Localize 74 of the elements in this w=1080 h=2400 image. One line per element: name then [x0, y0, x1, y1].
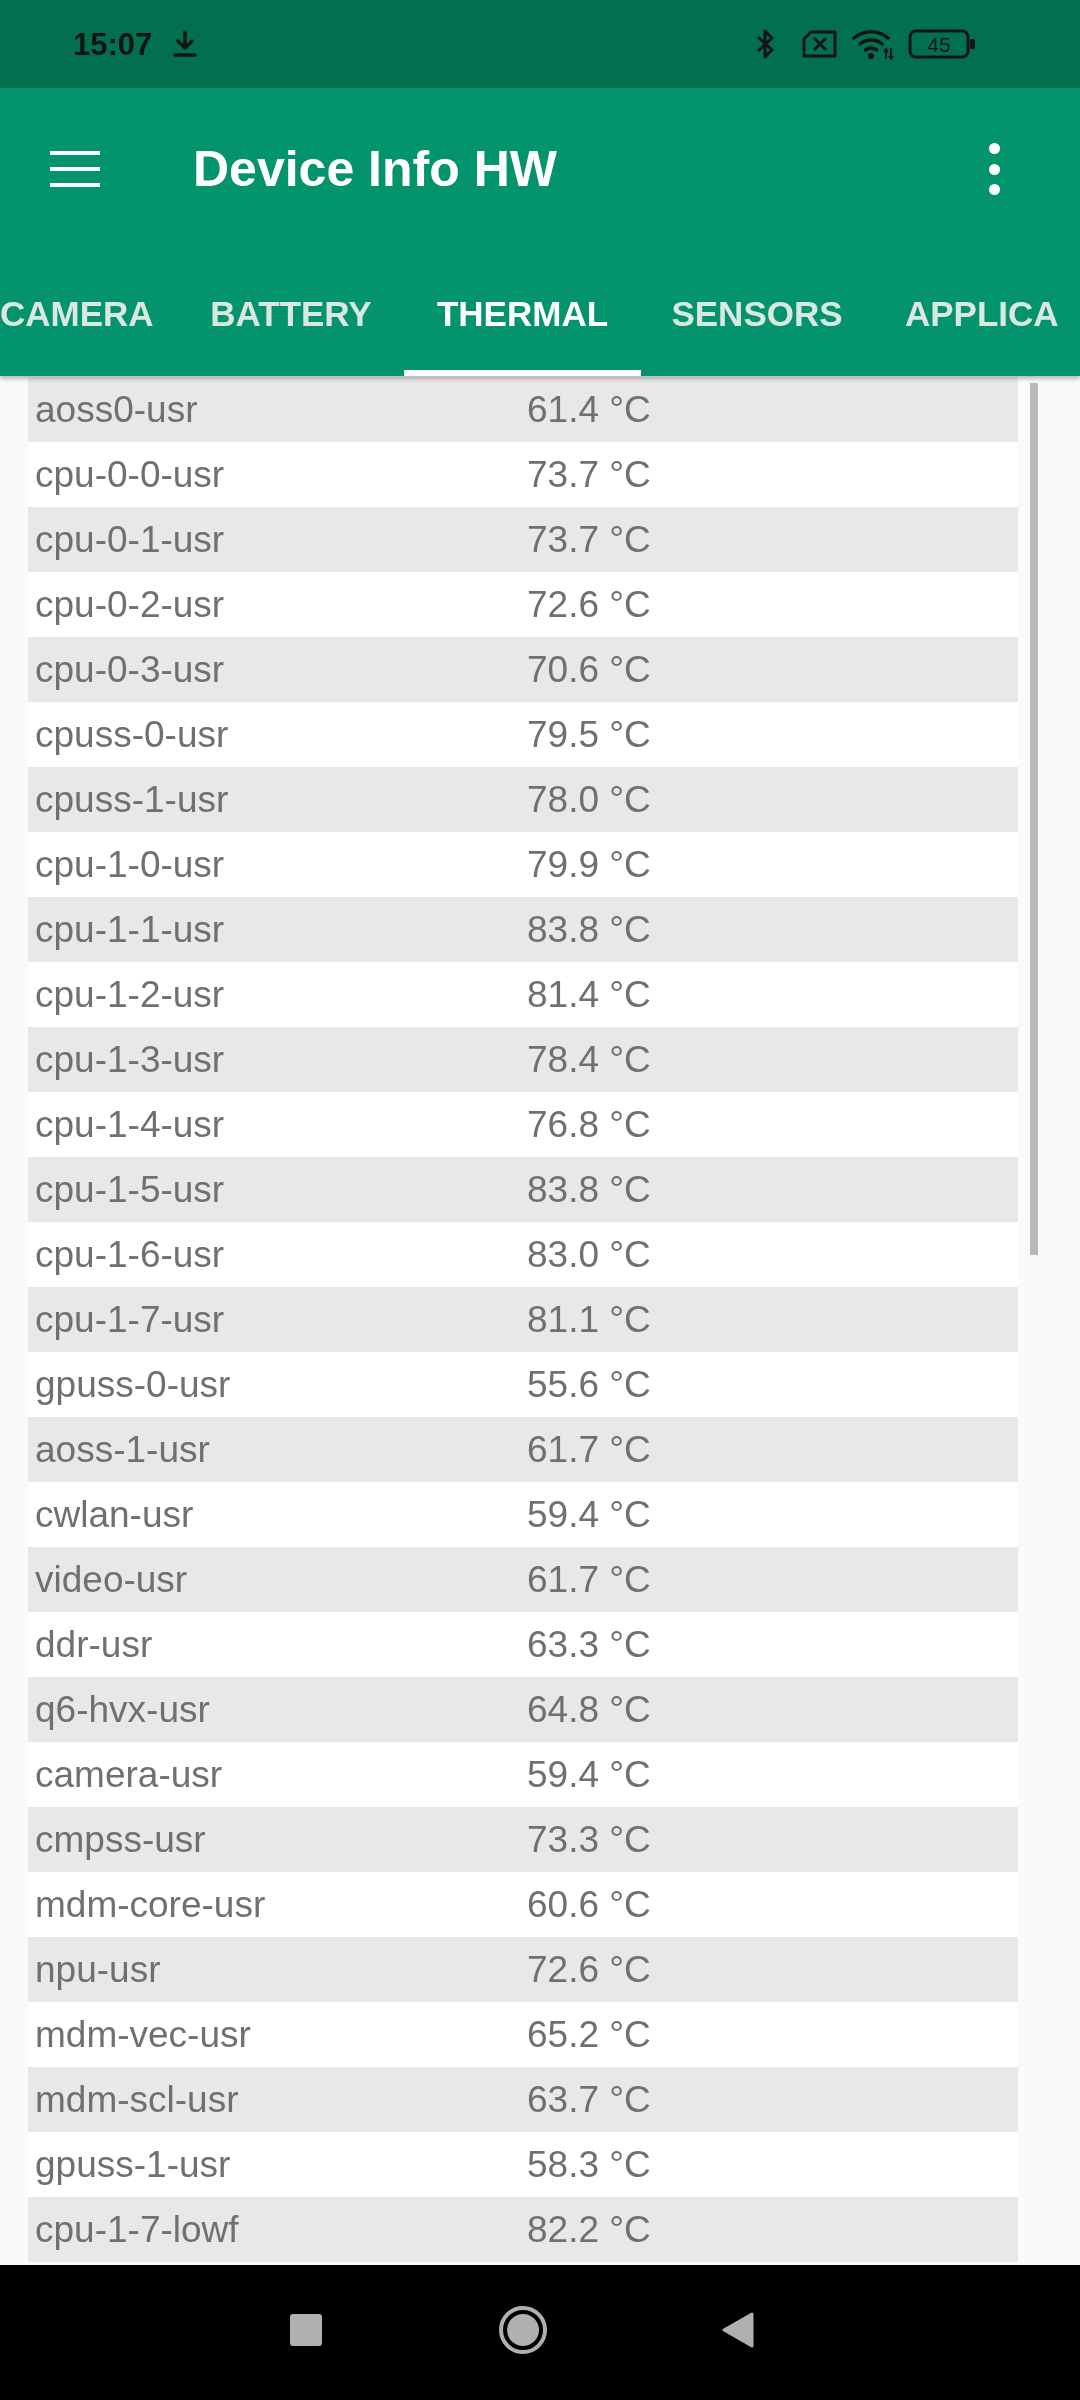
tab[interactable]: SENSORS [641, 250, 873, 376]
temperature-value: 58.3 °C [527, 2146, 651, 2183]
wifi-icon [852, 28, 894, 60]
zone-name: cpu-0-3-usr [35, 651, 226, 688]
zone-name: cpu-1-6-usr [35, 1236, 226, 1273]
zone-name: cpu-1-7-lowf [35, 2211, 240, 2248]
temperature-value: 63.7 °C [527, 2081, 651, 2118]
temperature-value: 72.6 °C [527, 1951, 651, 1988]
temperature-value: 59.4 °C [527, 1496, 651, 1533]
temperature-value: 64.8 °C [527, 1691, 651, 1728]
zone-name: npu-usr [35, 1951, 162, 1988]
temperature-value: 59.4 °C [527, 1756, 651, 1793]
back-icon[interactable] [722, 2312, 754, 2348]
temperature-value: 63.3 °C [527, 1626, 651, 1663]
temperature-value: 73.7 °C [527, 521, 651, 558]
app-title: Device Info HW [193, 144, 557, 194]
bluetooth-icon [756, 28, 774, 60]
temperature-value: 78.0 °C [527, 781, 651, 818]
temperature-value: 61.7 °C [527, 1561, 651, 1598]
temperature-value: 81.1 °C [527, 1301, 651, 1338]
zone-name: q6-hvx-usr [35, 1691, 211, 1728]
tab[interactable]: CAMERA [0, 250, 178, 376]
status-time: 15:07 [73, 28, 153, 60]
zone-name: cpu-0-2-usr [35, 586, 226, 623]
tab[interactable]: APPLICA [873, 250, 1080, 376]
battery-percentage: 45 [927, 33, 952, 55]
zone-name: cpu-1-1-usr [35, 911, 226, 948]
zone-name: cpu-1-2-usr [35, 976, 226, 1013]
zone-name: cpu-1-4-usr [35, 1106, 226, 1143]
zone-name: cpu-0-1-usr [35, 521, 226, 558]
temperature-value: 72.6 °C [527, 586, 651, 623]
zone-name: cpu-1-5-usr [35, 1171, 226, 1208]
download-icon [172, 30, 199, 58]
temperature-value: 83.8 °C [527, 1171, 651, 1208]
temperature-value: 79.5 °C [527, 716, 651, 753]
more-options-button[interactable] [988, 143, 1000, 195]
temperature-value: 76.8 °C [527, 1106, 651, 1143]
zone-name: cpu-0-0-usr [35, 456, 226, 493]
temperature-value: 55.6 °C [527, 1366, 651, 1403]
temperature-value: 79.9 °C [527, 846, 651, 883]
temperature-value: 78.4 °C [527, 1041, 651, 1078]
zone-name: gpuss-0-usr [35, 1366, 232, 1403]
home-button[interactable] [499, 2306, 547, 2354]
temperature-value: 83.8 °C [527, 911, 651, 948]
tab[interactable]: BATTERY [178, 250, 404, 376]
sim-card-x-icon [802, 30, 838, 58]
temperature-value: 82.2 °C [527, 2211, 651, 2248]
zone-name: aoss-1-usr [35, 1431, 211, 1468]
zone-name: cpu-1-0-usr [35, 846, 226, 883]
temperature-value: 83.0 °C [527, 1236, 651, 1273]
zone-name: cwlan-usr [35, 1496, 195, 1533]
battery-icon [908, 29, 976, 59]
temperature-value: 73.3 °C [527, 1821, 651, 1858]
zone-name: cpuss-1-usr [35, 781, 230, 818]
zone-name: cpuss-0-usr [35, 716, 230, 753]
zone-name: cpu-1-3-usr [35, 1041, 226, 1078]
temperature-value: 65.2 °C [527, 2016, 651, 2053]
zone-name: mdm-vec-usr [35, 2016, 252, 2053]
zone-name: aoss0-usr [35, 391, 199, 428]
zone-name: cpu-1-7-usr [35, 1301, 226, 1338]
zone-name: camera-usr [35, 1756, 224, 1793]
temperature-value: 81.4 °C [527, 976, 651, 1013]
temperature-value: 61.4 °C [527, 391, 651, 428]
zone-name: mdm-scl-usr [35, 2081, 240, 2118]
temperature-value: 70.6 °C [527, 651, 651, 688]
temperature-value: 73.7 °C [527, 456, 651, 493]
zone-name: video-usr [35, 1561, 189, 1598]
temperature-value: 61.7 °C [527, 1431, 651, 1468]
temperature-value: 60.6 °C [527, 1886, 651, 1923]
zone-name: gpuss-1-usr [35, 2146, 232, 2183]
zone-name: ddr-usr [35, 1626, 154, 1663]
zone-name: cmpss-usr [35, 1821, 207, 1858]
menu-button[interactable] [50, 151, 100, 187]
zone-name: mdm-core-usr [35, 1886, 267, 1923]
